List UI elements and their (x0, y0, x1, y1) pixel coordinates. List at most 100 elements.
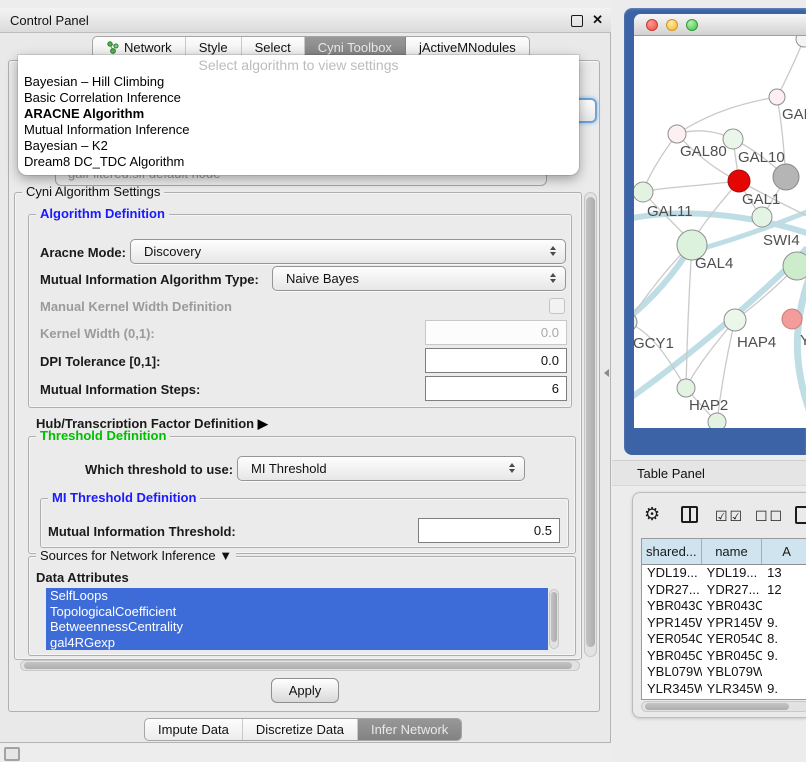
attribute-list-item[interactable]: BetweennessCentrality (46, 619, 548, 635)
mi-type-value: Naive Bayes (286, 271, 359, 286)
kernel-width-field[interactable]: 0.0 (425, 320, 567, 345)
node-label: HAP4 (737, 334, 776, 351)
data-attributes-label: Data Attributes (36, 570, 129, 585)
table-row[interactable]: YPR145WYPR145W9. (642, 615, 806, 632)
mi-type-combo[interactable]: Naive Bayes (272, 266, 566, 291)
table-column-header[interactable]: shared... (642, 539, 702, 564)
aracne-mode-value: Discovery (144, 244, 201, 259)
attribute-list-item[interactable]: TopologicalCoefficient (46, 604, 548, 620)
node-labels: GALGAL80GAL10GAL1GAL11SWI4GAL4GCY1HAP4YH… (634, 106, 806, 414)
dpi-tolerance-field[interactable]: 0.0 (425, 348, 567, 373)
table-row[interactable]: YER054CYER054C8. (642, 631, 806, 648)
network-view-window: GALGAL80GAL10GAL1GAL11SWI4GAL4GCY1HAP4YH… (634, 14, 806, 428)
network-window-titlebar[interactable] (634, 14, 806, 36)
minimized-panel-icon[interactable] (4, 747, 20, 761)
zoom-traffic-light-icon[interactable] (686, 19, 698, 31)
unchecked-boxes-icon[interactable]: ☐☐ (755, 508, 784, 525)
float-window-icon[interactable] (571, 15, 583, 27)
table-cell: YBL079W (702, 664, 762, 681)
minimize-traffic-light-icon[interactable] (666, 19, 678, 31)
algorithm-dropdown-placeholder: Select algorithm to view settings (18, 57, 579, 74)
table-panel-title: Table Panel (637, 466, 705, 481)
node-label: GAL80 (680, 143, 727, 160)
node (752, 207, 772, 227)
columns-icon[interactable] (681, 506, 698, 523)
table-cell: YER054C (642, 631, 702, 648)
node (769, 89, 785, 105)
tab-impute-data[interactable]: Impute Data (145, 719, 243, 740)
table-row[interactable]: YBL079WYBL079W (642, 664, 806, 681)
data-attributes-list[interactable]: SelfLoopsTopologicalCoefficientBetweenne… (46, 588, 548, 650)
algorithm-option[interactable]: Mutual Information Inference (18, 122, 579, 138)
algorithm-definition-title: Algorithm Definition (36, 206, 169, 221)
apply-button[interactable]: Apply (271, 678, 339, 703)
table-header-row[interactable]: shared...nameA (642, 539, 806, 565)
node-gal1 (728, 170, 750, 192)
table-row[interactable]: YBR045CYBR045C9. (642, 648, 806, 665)
node-label: GAL4 (695, 255, 733, 272)
mi-threshold-field[interactable]: 0.5 (418, 518, 560, 543)
network-canvas[interactable]: GALGAL80GAL10GAL1GAL11SWI4GAL4GCY1HAP4YH… (634, 36, 806, 428)
attribute-list-item[interactable]: gal4RGexp (46, 635, 548, 651)
manual-kernel-checkbox[interactable] (549, 298, 565, 314)
which-threshold-value: MI Threshold (251, 461, 327, 476)
table-cell: 9. (762, 615, 806, 632)
node-attribute-table[interactable]: shared...nameA YDL19...YDL19...13YDR27..… (641, 538, 806, 700)
tab-label: Select (255, 40, 291, 55)
table-cell: YLL053C (702, 697, 762, 700)
algorithm-option[interactable]: Basic Correlation Inference (18, 90, 579, 106)
table-row[interactable]: YLR345WYLR345W9. (642, 681, 806, 698)
cyni-settings-title: Cyni Algorithm Settings (22, 184, 164, 199)
tab-label: Network (124, 40, 172, 55)
node-label: GAL1 (742, 191, 780, 208)
spinner-arrows-icon (509, 463, 515, 473)
table-cell: 9. (762, 648, 806, 665)
table-cell: YLL053C (642, 697, 702, 700)
sources-toggle[interactable]: Sources for Network Inference ▼ (36, 548, 236, 563)
table-row[interactable]: YBR043CYBR043C (642, 598, 806, 615)
node-label: GCY1 (634, 335, 674, 352)
aracne-mode-label: Aracne Mode: (40, 245, 126, 260)
attribute-list-scrollbar[interactable] (549, 589, 559, 649)
collapse-down-arrow-icon: ▼ (219, 548, 232, 563)
attribute-list-item[interactable]: SelfLoops (46, 588, 548, 604)
mi-type-label: Mutual Information Algorithm Type: (40, 272, 259, 287)
settings-vertical-scrollbar[interactable] (584, 192, 597, 657)
close-icon[interactable]: ✕ (592, 12, 603, 28)
table-row[interactable]: YDL19...YDL19...13 (642, 565, 806, 582)
table-column-header[interactable]: A (762, 539, 806, 564)
algorithm-option[interactable]: Bayesian – Hill Climbing (18, 74, 579, 90)
tab-label: Style (199, 40, 228, 55)
splitter-handle[interactable] (604, 369, 609, 377)
tab-infer-network[interactable]: Infer Network (358, 719, 461, 740)
gear-icon[interactable]: ⚙ (644, 504, 660, 525)
apply-button-label: Apply (289, 683, 322, 698)
table-column-header[interactable]: name (702, 539, 763, 564)
table-horizontal-scrollbar[interactable] (641, 701, 806, 712)
table-panel-window: ⚙ ☑☑ ☐☐ shared...nameA YDL19...YDL19...1… (632, 492, 806, 718)
node-label: Y (800, 332, 806, 349)
node-label: SWI4 (763, 232, 800, 249)
node-label: GAL10 (738, 149, 785, 166)
table-cell: 13 (762, 565, 806, 582)
algorithm-option[interactable]: Bayesian – K2 (18, 138, 579, 154)
settings-horizontal-scrollbar[interactable] (20, 660, 580, 671)
checked-boxes-icon[interactable]: ☑☑ (715, 508, 744, 525)
table-cell: YBR045C (642, 648, 702, 665)
table-cell: YDR27... (702, 582, 762, 599)
table-cell: 8. (762, 631, 806, 648)
table-row[interactable]: YDR27...YDR27...12 (642, 582, 806, 599)
mi-steps-field[interactable]: 6 (425, 376, 567, 401)
tab-discretize-data[interactable]: Discretize Data (243, 719, 358, 740)
document-icon[interactable] (795, 506, 806, 524)
table-panel-titlebar: Table Panel (612, 460, 806, 486)
node-swi4 (783, 252, 806, 280)
algorithm-option[interactable]: ARACNE Algorithm (18, 106, 579, 122)
spinner-arrows-icon (550, 246, 556, 256)
node-gal11 (634, 182, 653, 202)
table-row[interactable]: YLL053CYLL053C9 (642, 697, 806, 700)
which-threshold-combo[interactable]: MI Threshold (237, 456, 525, 481)
aracne-mode-combo[interactable]: Discovery (130, 239, 566, 264)
close-traffic-light-icon[interactable] (646, 19, 658, 31)
algorithm-option[interactable]: Dream8 DC_TDC Algorithm (18, 154, 579, 170)
